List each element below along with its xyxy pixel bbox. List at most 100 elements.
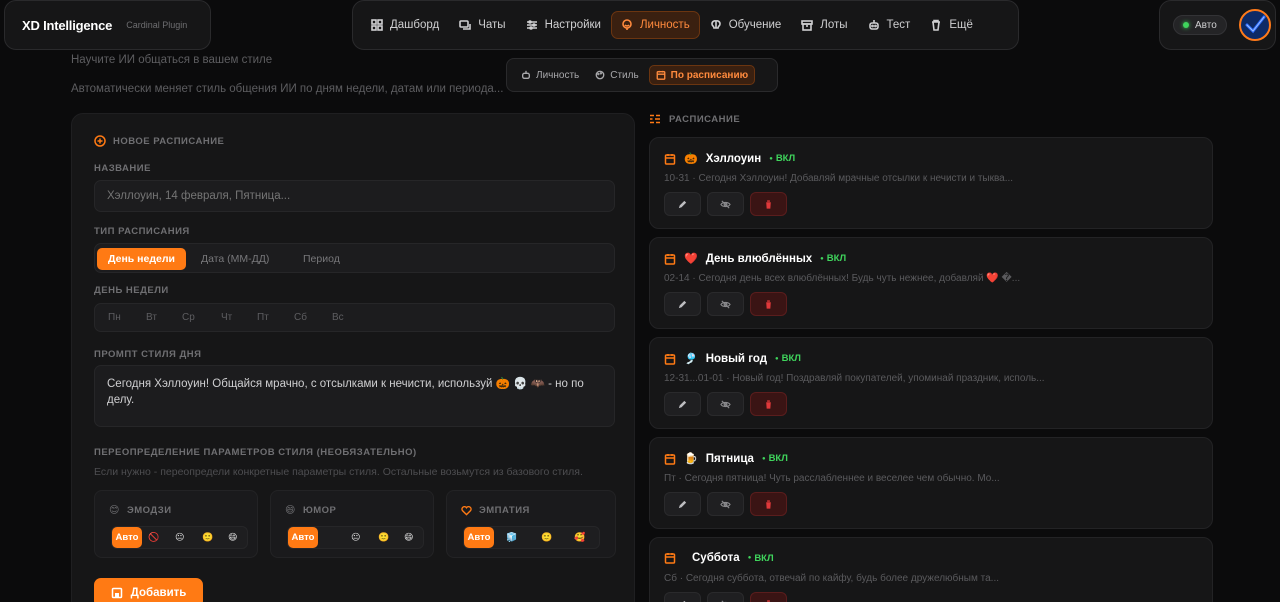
eye-off-icon <box>720 199 731 209</box>
delete-button[interactable] <box>750 292 787 316</box>
day-label: День недели <box>94 285 169 296</box>
list-icon <box>650 114 660 124</box>
nav-test[interactable]: Тест <box>858 11 921 39</box>
save-icon <box>111 587 122 599</box>
edit-button[interactable] <box>664 192 701 216</box>
hide-button[interactable] <box>707 592 744 602</box>
schedule-description: Сб · Сегодня суббота, отвечай по кайфу, … <box>664 573 999 584</box>
type-option-period[interactable]: Период <box>292 248 351 270</box>
nav-chats[interactable]: Чаты <box>449 11 515 39</box>
user-box: Авто <box>1159 0 1276 50</box>
nav-more[interactable]: Ещё <box>920 11 983 39</box>
edit-button[interactable] <box>664 592 701 602</box>
day-option-mon[interactable]: Пн <box>108 304 121 331</box>
schedule-emoji: ❤️ <box>684 253 698 265</box>
type-label: Тип расписания <box>94 226 190 237</box>
laugh-icon: 😄 <box>285 505 296 516</box>
scale-option[interactable]: 🙂 <box>541 532 552 543</box>
nav-dashboard[interactable]: Дашборд <box>361 11 449 39</box>
nav-label: Личность <box>639 19 690 31</box>
hide-button[interactable] <box>707 292 744 316</box>
override-hint: Если нужно - переопредели конкретные пар… <box>94 466 583 478</box>
nav-lots[interactable]: Лоты <box>791 11 857 39</box>
hide-button[interactable] <box>707 492 744 516</box>
subtab-label: Стиль <box>610 69 639 81</box>
status-dot <box>1183 22 1189 28</box>
scale-option[interactable]: 🚫 <box>148 532 159 543</box>
delete-button[interactable] <box>750 192 787 216</box>
type-option-weekday[interactable]: День недели <box>97 248 186 270</box>
subtab-style[interactable]: Стиль <box>589 65 644 85</box>
schedule-title: Новый год <box>705 352 767 365</box>
bot-icon <box>868 20 879 30</box>
schedule-emoji: 🎃 <box>684 153 698 165</box>
type-option-date[interactable]: Дата (ММ-ДД) <box>190 248 280 270</box>
name-input[interactable] <box>95 181 614 211</box>
subtab-personality[interactable]: Личность <box>515 65 585 85</box>
delete-button[interactable] <box>750 592 787 602</box>
schedule-card-header: ❤️ День влюблённых ВКЛ <box>664 252 846 265</box>
day-option-tue[interactable]: Вт <box>146 304 157 331</box>
schedule-card-header: 🎃 Хэллоуин ВКЛ <box>664 152 795 165</box>
calendar-icon <box>656 70 666 80</box>
nav-training[interactable]: Обучение <box>700 11 792 39</box>
add-button-label: Добавить <box>130 587 187 599</box>
schedule-actions <box>664 192 787 216</box>
brand-box[interactable]: XD Intelligence Cardinal Plugin <box>4 0 211 50</box>
day-option-sat[interactable]: Сб <box>294 304 307 331</box>
status-badge: ВКЛ <box>769 153 795 164</box>
param-title: Эмпатия <box>461 505 530 516</box>
scale-option[interactable]: 😄 <box>404 532 413 543</box>
scale-option[interactable]: 🙂 <box>378 532 389 543</box>
auto-mode-toggle[interactable]: Авто <box>1173 15 1227 35</box>
scale-option[interactable]: 🧊 <box>506 532 517 543</box>
scale-auto-option[interactable]: Авто <box>464 527 494 548</box>
nav-personality[interactable]: Личность <box>610 11 700 39</box>
name-field <box>94 180 615 212</box>
scale-auto-option[interactable]: Авто <box>112 527 142 548</box>
nav-label: Лоты <box>820 19 848 31</box>
scale-auto-option[interactable]: Авто <box>288 527 318 548</box>
prompt-label: Промпт стиля дня <box>94 349 202 360</box>
param-card-empathy: Эмпатия Авто 🧊 🙂 🥰 <box>446 490 616 558</box>
param-title-text: Юмор <box>302 505 337 516</box>
scale-option[interactable]: 😐 <box>175 532 184 543</box>
subtab-schedule[interactable]: По расписанию <box>648 65 756 85</box>
delete-button[interactable] <box>750 492 787 516</box>
schedule-description: 02-14 · Сегодня день всех влюблённых! Бу… <box>664 273 1021 284</box>
add-button[interactable]: Добавить <box>94 578 203 602</box>
form-section-title-text: Новое расписание <box>113 135 225 147</box>
day-option-wed[interactable]: Ср <box>182 304 195 331</box>
smile-icon <box>622 19 632 30</box>
day-option-fri[interactable]: Пт <box>257 304 269 331</box>
scale-option[interactable]: 😐 <box>351 532 360 543</box>
plus-circle-icon <box>94 135 106 147</box>
param-title: 😄 Юмор <box>285 505 336 516</box>
edit-button[interactable] <box>664 392 701 416</box>
schedule-description: 10-31 · Сегодня Хэллоуин! Добавляй мрачн… <box>664 173 1014 184</box>
page-subtitle: Научите ИИ общаться в вашем стиле <box>71 54 273 66</box>
nav-label: Настройки <box>544 19 601 31</box>
prompt-textarea[interactable]: Сегодня Хэллоуин! Общайся мрачно, с отсы… <box>94 365 615 427</box>
day-option-sun[interactable]: Вс <box>332 304 344 331</box>
trash-icon <box>765 399 772 409</box>
calendar-icon <box>664 253 676 265</box>
day-option-thu[interactable]: Чт <box>221 304 232 331</box>
avatar[interactable] <box>1238 9 1271 41</box>
box-icon <box>801 20 814 31</box>
edit-button[interactable] <box>664 292 701 316</box>
humor-scale: Авто 😐 🙂 😄 <box>287 526 424 549</box>
hide-button[interactable] <box>707 192 744 216</box>
scale-option[interactable]: 🥰 <box>574 532 585 543</box>
scale-option[interactable]: 🙂 <box>202 532 213 543</box>
scale-option[interactable]: 😄 <box>228 532 237 543</box>
subtab-label: Личность <box>536 69 580 81</box>
trash-icon <box>765 299 772 309</box>
nav-settings[interactable]: Настройки <box>516 11 611 39</box>
nav-label: Обучение <box>728 19 782 31</box>
auto-mode-label: Авто <box>1195 19 1217 31</box>
delete-button[interactable] <box>750 392 787 416</box>
hide-button[interactable] <box>707 392 744 416</box>
edit-button[interactable] <box>664 492 701 516</box>
schedule-title-text: Расписание <box>669 113 741 125</box>
